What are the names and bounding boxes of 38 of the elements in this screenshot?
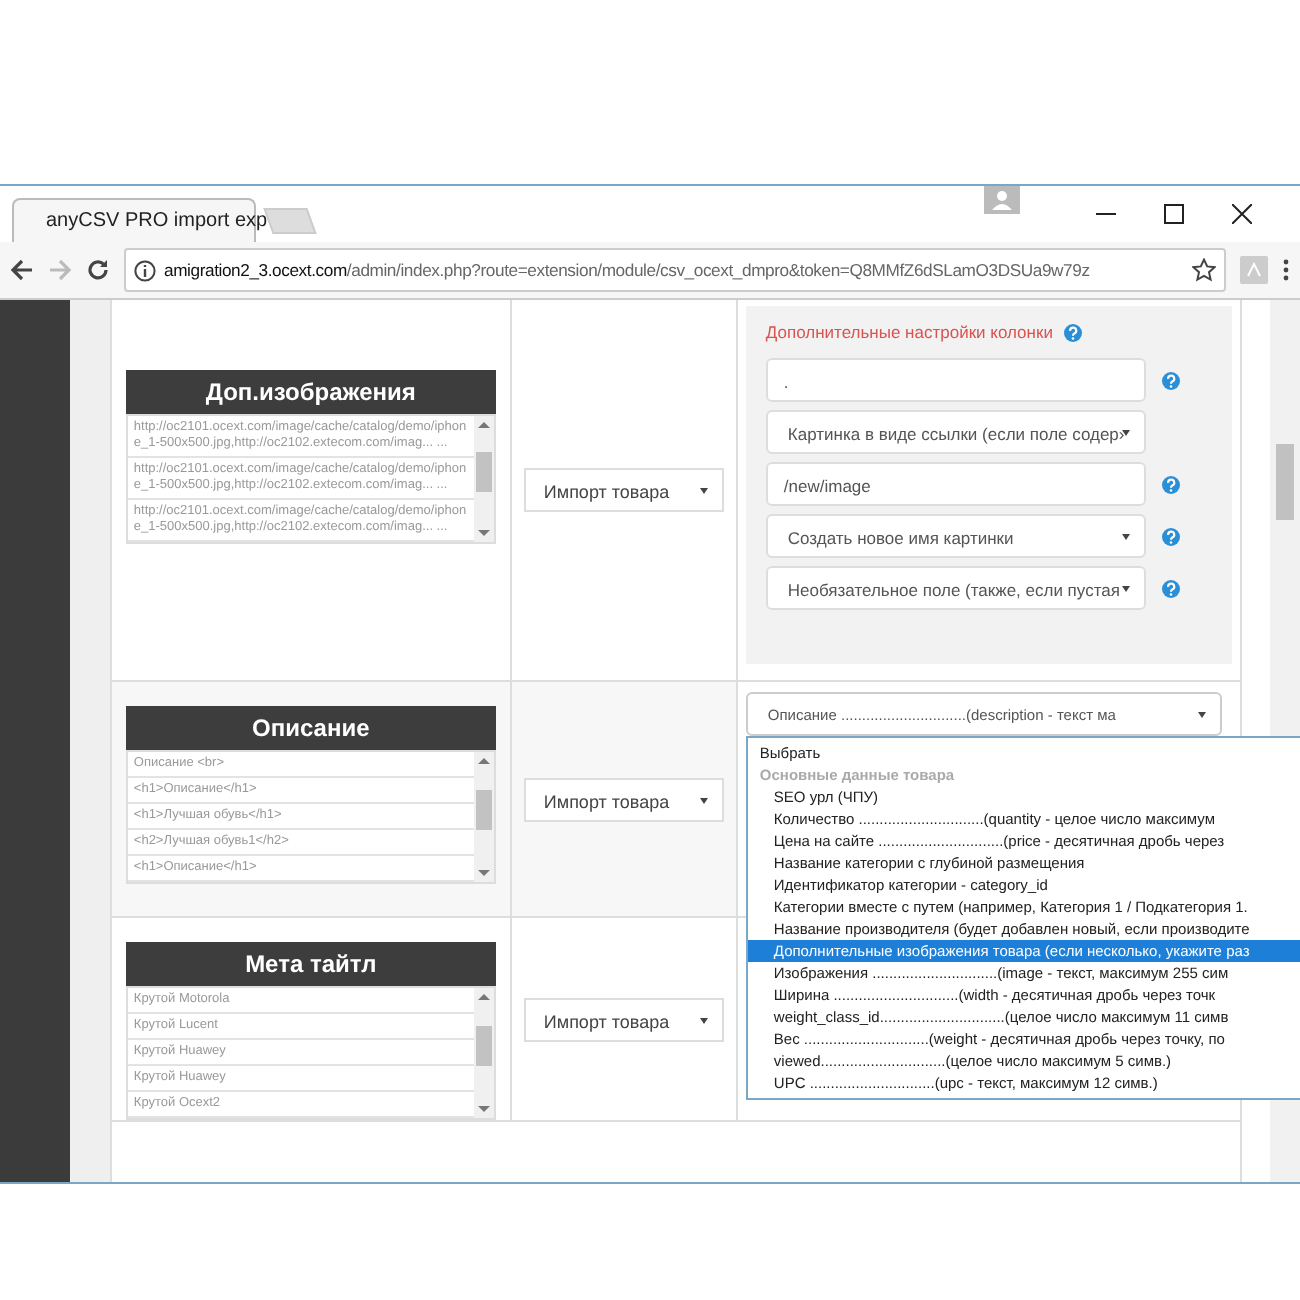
- url-path: /admin/index.php?route=extension/module/csv_ocext_dmpro&token=Q8MMfZ6dSLamO3DSUa9w79z: [346, 260, 1090, 280]
- column-header: Описание: [125, 706, 496, 750]
- maximize-icon[interactable]: [1164, 204, 1184, 224]
- help-icon[interactable]: [1161, 371, 1180, 389]
- scrollbar[interactable]: [473, 752, 494, 882]
- caret-icon: [1121, 534, 1130, 540]
- dropdown[interactable]: Картинка в виде ссылки (если поле содер›: [765, 410, 1146, 454]
- star-icon[interactable]: [1192, 258, 1216, 282]
- help-icon[interactable]: [1161, 579, 1180, 597]
- menu-icon[interactable]: [1282, 258, 1290, 282]
- back-icon[interactable]: [10, 258, 34, 282]
- caret-icon: [699, 488, 708, 494]
- info-icon: [134, 259, 156, 281]
- dropdown[interactable]: Создать новое имя картинки: [765, 514, 1146, 558]
- close-icon[interactable]: [1232, 204, 1252, 224]
- text-field[interactable]: .: [765, 358, 1146, 402]
- column-header: Мета тайтл: [125, 942, 496, 986]
- help-icon[interactable]: [1161, 527, 1180, 545]
- settings-title: Дополнительные настройки колонки: [765, 322, 1053, 342]
- caret-icon: [1197, 712, 1206, 718]
- mode-select[interactable]: Импорт товара: [523, 997, 724, 1041]
- reload-icon[interactable]: [86, 258, 110, 282]
- help-icon[interactable]: [1161, 475, 1180, 493]
- scrollbar[interactable]: [473, 988, 494, 1118]
- caret-icon: [699, 797, 708, 803]
- caret-icon: [1121, 586, 1130, 592]
- help-icon[interactable]: [1064, 323, 1083, 341]
- mode-select[interactable]: Импорт товара: [523, 468, 724, 512]
- url-host: amigration2_3.ocext.com: [164, 260, 347, 280]
- text-field[interactable]: /new/image: [765, 462, 1146, 506]
- tab-title: anyCSV PRO import exp: [46, 210, 268, 232]
- caret-icon: [1121, 430, 1130, 436]
- scrollbar[interactable]: [473, 416, 494, 542]
- caret-icon: [699, 1017, 708, 1023]
- mode-select[interactable]: Импорт товара: [523, 777, 724, 821]
- address-field[interactable]: amigration2_3.ocext.com/admin/index.php?route=extension/module/csv_ocext_dmpro&token=Q8MMfZ6dSLamO3DSUa9w79z: [124, 248, 1226, 292]
- dropdown[interactable]: Необязательное поле (также, если пустая: [765, 566, 1146, 610]
- column-header: Доп.изображения: [125, 370, 496, 414]
